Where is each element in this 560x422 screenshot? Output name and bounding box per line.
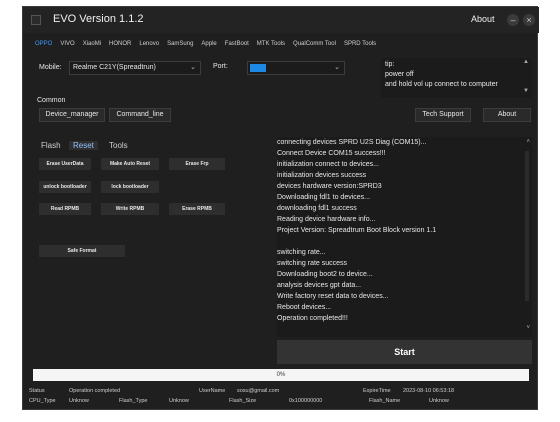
flash-size-value: 0x100000000 — [289, 398, 323, 404]
brand-tabs: OPPO VIVO XiaoMi HONOR Lenovo SamSung Apple Fas… — [31, 38, 380, 50]
tab-vivo[interactable]: VIVO — [56, 38, 78, 50]
tab-apple[interactable]: Apple — [197, 38, 220, 50]
port-selected-swatch — [250, 64, 266, 72]
log-line: analysis devices gpt data... — [277, 282, 362, 289]
tab-mtk-tools[interactable]: MTK Tools — [253, 38, 289, 50]
expire-value: 2023-08-10 06:53:18 — [403, 388, 455, 394]
tab-lenovo[interactable]: Lenovo — [135, 38, 163, 50]
app-title: EVO Version 1.1.2 — [53, 13, 144, 25]
tip-line: and hold vol up connect to computer — [385, 81, 498, 88]
tech-support-button[interactable]: Tech Support — [415, 108, 471, 122]
tab-samsung[interactable]: SamSung — [163, 38, 197, 50]
tab-oppo[interactable]: OPPO — [31, 38, 56, 50]
scroll-up-icon[interactable]: ˄ — [526, 139, 530, 145]
mobile-label: Mobile: — [39, 64, 62, 71]
unlock-bootloader-button[interactable]: unlock bootloader — [39, 181, 91, 193]
log-line: initialization connect to devices... — [277, 161, 379, 168]
device-manager-button[interactable]: Device_manager — [39, 108, 105, 122]
write-rpmb-button[interactable]: Write RPMB — [101, 203, 159, 215]
about-menu[interactable]: About — [471, 14, 495, 24]
progress-bar: 0% — [33, 369, 529, 381]
log-line: connecting devices SPRD U2S Diag (COM15)… — [277, 139, 427, 146]
status-label: Status — [29, 388, 45, 394]
close-icon[interactable]: × — [523, 14, 535, 26]
command-line-button[interactable]: Command_line — [109, 108, 171, 122]
start-button[interactable]: Start — [277, 340, 532, 364]
tip-box: tip: power off and hold vol up connect t… — [381, 58, 531, 98]
log-line: Downloading fdl1 to devices... — [277, 194, 370, 201]
log-line: switching rate... — [277, 249, 326, 256]
chevron-down-icon: ⌄ — [334, 64, 340, 71]
log-line: devices hardware version:SPRD3 — [277, 183, 382, 190]
minimize-icon[interactable]: – — [507, 14, 519, 26]
log-line: Downloading boot2 to device... — [277, 271, 373, 278]
flash-name-label: Flash_Name — [369, 398, 401, 404]
scroll-up-icon[interactable]: ▲ — [523, 59, 529, 65]
tip-line: tip: — [385, 61, 395, 68]
chevron-down-icon: ⌄ — [190, 64, 196, 71]
port-label: Port: — [213, 63, 228, 70]
progress-text: 0% — [276, 372, 286, 378]
tip-line: power off — [385, 71, 414, 78]
title-bar: EVO Version 1.1.2 About – × — [23, 7, 539, 33]
tab-xiaomi[interactable]: XiaoMi — [79, 38, 105, 50]
scroll-down-icon[interactable]: ˅ — [526, 325, 530, 331]
scroll-down-icon[interactable]: ▼ — [523, 88, 529, 94]
read-rpmb-button[interactable]: Read RPMB — [39, 203, 91, 215]
tab-qualcomm-tool[interactable]: QualComm Tool — [289, 38, 340, 50]
tab-sprd-tools[interactable]: SPRD Tools — [340, 38, 380, 50]
make-auto-reset-button[interactable]: Make Auto Reset — [101, 158, 159, 170]
erase-frp-button[interactable]: Erase Frp — [169, 158, 225, 170]
log-line: Write factory reset data to devices... — [277, 293, 389, 300]
log-line: Project Version: Spreadtrum Boot Block v… — [277, 227, 437, 234]
flash-type-label: Flash_Type — [119, 398, 148, 404]
tab-tools[interactable]: Tools — [109, 141, 128, 150]
expire-label: ExpireTime — [363, 388, 391, 394]
log-scrollbar[interactable] — [525, 151, 529, 301]
erase-userdata-button[interactable]: Erase UserData — [39, 158, 91, 170]
tab-honor[interactable]: HONOR — [105, 38, 135, 50]
cpu-type-label: CPU_Type — [29, 398, 56, 404]
erase-rpmb-button[interactable]: Erase RPMB — [169, 203, 225, 215]
lock-bootloader-button[interactable]: lock bootloader — [101, 181, 159, 193]
log-line: switching rate success — [277, 260, 348, 267]
port-select[interactable]: ⌄ — [247, 61, 345, 75]
username-value: sosu@gmail.com — [237, 388, 280, 394]
cpu-type-value: Unknow — [69, 398, 89, 404]
evo-window: EVO Version 1.1.2 About – × OPPO VIVO Xiao… — [22, 6, 539, 410]
about-button[interactable]: About — [483, 108, 531, 122]
status-value: Operation completed — [69, 388, 121, 394]
flash-size-label: Flash_Size — [229, 398, 257, 404]
mobile-select[interactable]: Realme C21Y(Spreadtrun) ⌄ — [69, 61, 201, 75]
tab-reset[interactable]: Reset — [69, 141, 98, 150]
tab-flash[interactable]: Flash — [41, 141, 61, 150]
flash-name-value: Unknow — [429, 398, 449, 404]
mobile-select-value: Realme C21Y(Spreadtrun) — [73, 64, 156, 71]
log-line: Reading device hardware info... — [277, 216, 376, 223]
flash-type-value: Unknow — [169, 398, 189, 404]
log-line: initialization devices success — [277, 172, 367, 179]
tab-fastboot[interactable]: FastBoot — [221, 38, 253, 50]
log-output[interactable]: ˄ ˅ connecting devices SPRD U2S Diag (CO… — [277, 137, 532, 337]
log-line: downloading fdl1 success — [277, 205, 357, 212]
common-label: Common — [37, 97, 66, 104]
log-line: Connect Device COM15 success!!! — [277, 150, 386, 157]
log-line: Reboot devices... — [277, 304, 332, 311]
username-label: UserName — [199, 388, 226, 394]
safe-format-button[interactable]: Safe Format — [39, 245, 125, 257]
log-line: Operation completed!!! — [277, 315, 348, 322]
app-icon — [31, 15, 41, 25]
